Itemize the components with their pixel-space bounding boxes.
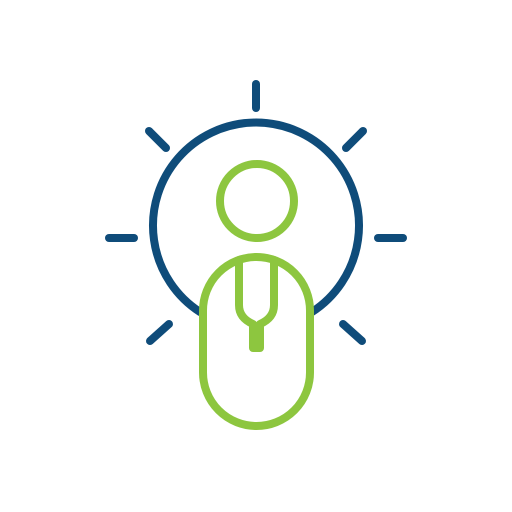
ray-top-right [342, 127, 367, 152]
ray-bottom-left [146, 320, 173, 345]
person-head [216, 160, 298, 242]
tie-wheel [235, 256, 278, 352]
lightbulb-person-mouse-icon [105, 80, 407, 430]
ray-bottom-right [339, 320, 366, 345]
bulb-outline [149, 118, 363, 316]
ray-top-left [145, 127, 170, 152]
icon-canvas [0, 0, 512, 512]
